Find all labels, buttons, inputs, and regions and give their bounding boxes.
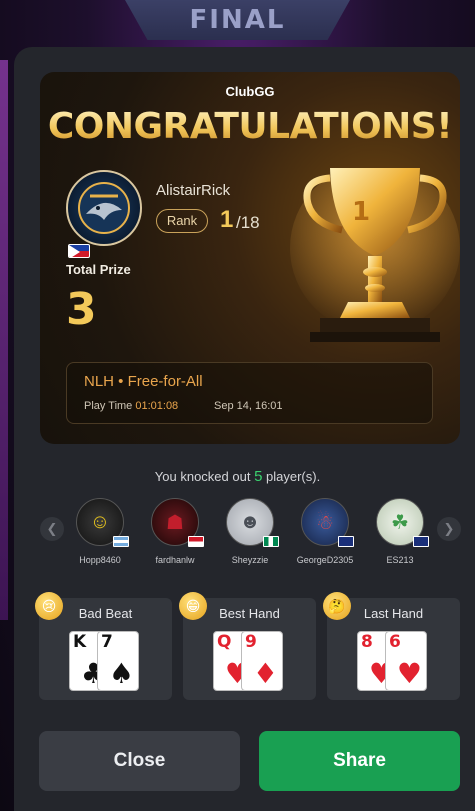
nigeria-flag-icon <box>263 536 279 547</box>
philippines-flag-icon <box>68 244 90 258</box>
event-info-box: NLH • Free-for-All Play Time 01:01:08 Se… <box>66 362 433 424</box>
card-suit: ♦ <box>252 657 278 690</box>
shark-team-logo-icon <box>66 170 142 246</box>
player-name: Sheyzzie <box>231 555 269 565</box>
congratulations-title: CONGRATULATIONS! <box>40 106 460 147</box>
hand-title: Last Hand <box>363 606 424 621</box>
knocked-player[interactable]: ☘ ES213 <box>368 498 432 565</box>
rank-badge: Rank <box>156 209 208 233</box>
card-rank: 9 <box>245 632 257 652</box>
congratulations-card: ClubGG CONGRATULATIONS! AlistairRick Ran… <box>40 72 460 444</box>
card-rank: 8 <box>361 632 373 652</box>
playing-card: 7 ♠ <box>97 631 139 691</box>
argentina-flag-icon <box>113 536 129 547</box>
knockout-suffix: player(s). <box>262 469 321 484</box>
playing-card: 6 ♥ <box>385 631 427 691</box>
play-time-label: Play Time <box>84 400 133 412</box>
bad-beat-card[interactable]: 😢 Bad Beat K ♣ 7 ♠ <box>35 592 172 700</box>
card-rank: 6 <box>389 632 401 652</box>
player-avatar <box>66 170 142 258</box>
event-title: NLH • Free-for-All <box>84 373 203 390</box>
background-left-stripe <box>0 60 8 620</box>
gold-trophy-icon: 1 <box>290 163 460 368</box>
knockout-summary: You knocked out 5 player(s). <box>0 468 475 485</box>
australia-flag-icon <box>338 536 354 547</box>
play-time-value: 01:01:08 <box>135 400 179 412</box>
player-avatar: ☺ <box>76 498 129 547</box>
chevron-left-icon[interactable]: ❮ <box>40 517 64 541</box>
player-avatar: ☻ <box>226 498 279 547</box>
chevron-right-icon[interactable]: ❯ <box>437 517 461 541</box>
knockout-prefix: You knocked out <box>154 469 255 484</box>
card-suit: ♠ <box>108 657 134 690</box>
hand-title: Bad Beat <box>78 606 133 621</box>
background-banner-text: FINAL <box>189 5 286 35</box>
close-button[interactable]: Close <box>39 731 240 791</box>
hand-title: Best Hand <box>219 606 280 621</box>
card-rank: Q <box>217 632 232 652</box>
card-suit: ♥ <box>396 657 422 690</box>
knocked-player[interactable]: ☃ GeorgeD2305 <box>293 498 357 565</box>
card-rank: 7 <box>101 632 113 652</box>
last-hand-card[interactable]: 🤔 Last Hand 8 ♥ 6 ♥ <box>323 592 460 700</box>
playing-card: 9 ♦ <box>241 631 283 691</box>
card-rank: K <box>73 632 87 652</box>
share-button[interactable]: Share <box>259 731 460 791</box>
svg-text:1: 1 <box>352 197 370 227</box>
rank-total: /18 <box>236 213 260 232</box>
best-hand-card[interactable]: 😁 Best Hand Q ♥ 9 ♦ <box>179 592 316 700</box>
knocked-player[interactable]: ☻ Sheyzzie <box>218 498 282 565</box>
player-username: AlistairRick <box>156 182 231 199</box>
player-name: GeorgeD2305 <box>296 555 354 565</box>
event-date: Sep 14, 16:01 <box>214 400 283 412</box>
rank-value: 1 <box>220 206 234 233</box>
player-avatar: ☗ <box>151 498 204 547</box>
knocked-player[interactable]: ☺ Hopp8460 <box>68 498 132 565</box>
knocked-player[interactable]: ☗ fardhanlw <box>143 498 207 565</box>
player-name: Hopp8460 <box>79 555 121 565</box>
brand-logo: ClubGG <box>225 84 275 99</box>
player-name: fardhanlw <box>155 555 195 565</box>
play-time: Play Time 01:01:08 <box>84 400 178 412</box>
australia-flag-icon <box>413 536 429 547</box>
player-name: ES213 <box>386 555 414 565</box>
player-avatar: ☃ <box>301 498 354 547</box>
total-prize-value: 3 <box>66 284 97 335</box>
player-avatar: ☘ <box>376 498 429 547</box>
background-final-banner: FINAL <box>125 0 350 40</box>
indonesia-flag-icon <box>188 536 204 547</box>
total-prize-label: Total Prize <box>66 262 131 277</box>
